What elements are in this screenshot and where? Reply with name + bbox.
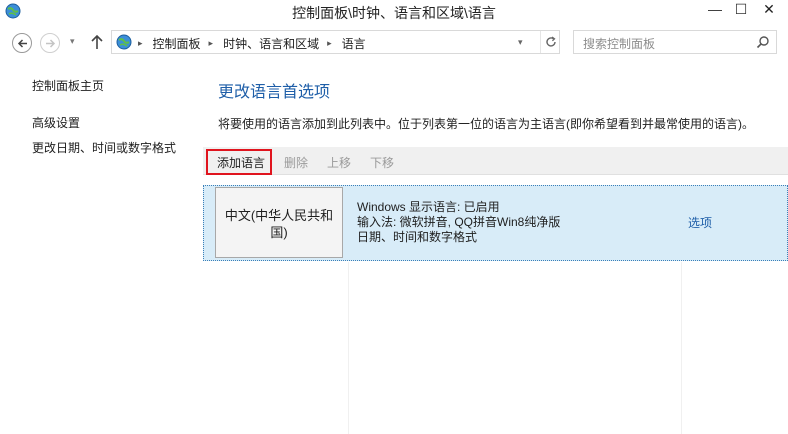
address-dropdown[interactable]: ▾: [518, 37, 523, 48]
sidebar-change-date-format-link[interactable]: 更改日期、时间或数字格式: [32, 139, 176, 156]
up-arrow-icon[interactable]: [90, 33, 104, 51]
move-up-button[interactable]: 上移: [327, 154, 351, 171]
column-divider: [681, 262, 682, 434]
breadcrumb-control-panel[interactable]: 控制面板: [153, 35, 201, 52]
language-toolbar: 添加语言 删除 上移 下移: [203, 147, 788, 175]
language-details: Windows 显示语言: 已启用 输入法: 微软拼音, QQ拼音Win8纯净版…: [357, 200, 560, 245]
minimize-button[interactable]: —: [702, 0, 728, 20]
breadcrumb-separator-icon[interactable]: ▸: [209, 38, 214, 49]
breadcrumb-separator-icon[interactable]: ▸: [327, 38, 332, 49]
page-title: 更改语言首选项: [218, 84, 331, 101]
move-down-button[interactable]: 下移: [370, 154, 394, 171]
window-title: 控制面板\时钟、语言和区域\语言: [292, 5, 496, 21]
forward-button[interactable]: [40, 33, 60, 53]
title-bar: 控制面板\时钟、语言和区域\语言 — ☐ ✕: [0, 0, 788, 24]
input-methods: 输入法: 微软拼音, QQ拼音Win8纯净版: [357, 215, 561, 229]
language-name-tile[interactable]: 中文(中华人民共和国): [215, 187, 343, 258]
search-input[interactable]: 搜索控制面板: [583, 35, 655, 52]
search-box[interactable]: 搜索控制面板: [573, 30, 777, 54]
add-language-highlight-box: [206, 149, 272, 175]
date-time-number-format: 日期、时间和数字格式: [357, 230, 478, 244]
display-language-status: Windows 显示语言: 已启用: [357, 200, 500, 214]
breadcrumb-language[interactable]: 语言: [342, 35, 366, 52]
page-description: 将要使用的语言添加到此列表中。位于列表第一位的语言为主语言(即你希望看到并最常使…: [218, 117, 754, 131]
language-name: 中文(中华人民共和国): [224, 208, 334, 240]
language-list-item[interactable]: 中文(中华人民共和国) Windows 显示语言: 已启用 输入法: 微软拼音,…: [203, 185, 788, 261]
refresh-icon: [546, 36, 556, 47]
control-panel-globe-icon: [116, 34, 132, 50]
search-icon[interactable]: [756, 35, 770, 49]
sidebar-control-panel-home-link[interactable]: 控制面板主页: [32, 77, 104, 94]
sidebar-advanced-settings-link[interactable]: 高级设置: [32, 114, 80, 131]
close-button[interactable]: ✕: [750, 0, 788, 20]
refresh-button[interactable]: [540, 31, 560, 53]
language-options-link[interactable]: 选项: [688, 214, 712, 231]
back-arrow-icon: [17, 39, 27, 48]
breadcrumb-clock-language-region[interactable]: 时钟、语言和区域: [223, 35, 319, 52]
remove-language-button[interactable]: 删除: [284, 154, 308, 171]
address-bar[interactable]: ▸ 控制面板 ▸ 时钟、语言和区域 ▸ 语言 ▾: [111, 30, 560, 54]
recent-locations-dropdown[interactable]: ▾: [70, 36, 75, 47]
breadcrumb: ▸ 控制面板 ▸ 时钟、语言和区域 ▸ 语言: [138, 35, 366, 52]
column-divider: [348, 262, 349, 434]
breadcrumb-separator-icon[interactable]: ▸: [138, 38, 143, 49]
navigation-bar: ▾ ▸ 控制面板 ▸ 时钟、语言和区域 ▸ 语言 ▾ 搜索控制面板: [0, 26, 788, 60]
back-button[interactable]: [12, 33, 32, 53]
forward-arrow-icon: [46, 39, 56, 48]
